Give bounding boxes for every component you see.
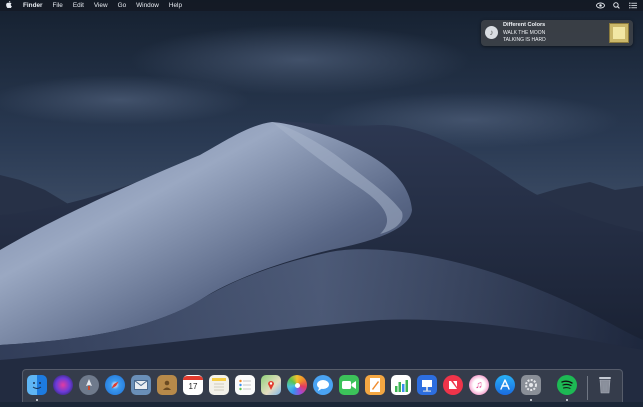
numbers-icon[interactable] [391, 375, 411, 395]
menu-go[interactable]: Go [113, 0, 132, 11]
menu-edit[interactable]: Edit [68, 0, 89, 11]
album-art [609, 23, 629, 43]
launchpad-icon[interactable] [79, 375, 99, 395]
notification-artist: WALK THE MOON [503, 30, 546, 36]
maps-icon[interactable] [261, 375, 281, 395]
app-store-icon[interactable] [495, 375, 515, 395]
dock-separator [587, 376, 588, 400]
apple-icon[interactable] [0, 1, 18, 10]
facetime-icon[interactable] [339, 375, 359, 395]
photos-icon[interactable] [287, 375, 307, 395]
messages-icon[interactable] [313, 375, 333, 395]
eye-icon[interactable] [596, 1, 605, 10]
notes-icon[interactable] [209, 375, 229, 395]
calendar-date: 17 [188, 382, 198, 391]
menu-bar: Finder File Edit View Go Window Help [0, 0, 643, 11]
system-preferences-icon[interactable] [521, 375, 541, 395]
notification-center-icon[interactable] [628, 1, 637, 10]
dock: 17 ♫ [22, 369, 623, 402]
menu-help[interactable]: Help [164, 0, 187, 11]
contacts-icon[interactable] [157, 375, 177, 395]
menu-finder[interactable]: Finder [18, 0, 48, 11]
desktop-wallpaper [0, 0, 643, 403]
trash-icon[interactable] [595, 375, 615, 395]
spotlight-search-icon[interactable] [612, 1, 621, 10]
siri-icon[interactable] [53, 375, 73, 395]
now-playing-notification[interactable]: ♪ Different Colors WALK THE MOON TALKING… [481, 20, 633, 46]
notification-album: TALKING IS HARD [503, 37, 546, 43]
news-icon[interactable] [443, 375, 463, 395]
music-note-icon: ♪ [485, 26, 498, 39]
menu-file[interactable]: File [48, 0, 68, 11]
notification-song-title: Different Colors [503, 22, 546, 28]
system-preferences-running-indicator [530, 399, 532, 401]
mail-icon[interactable] [131, 375, 151, 395]
music-note-glyph: ♫ [475, 379, 483, 391]
finder-icon[interactable] [27, 375, 47, 395]
reminders-icon[interactable] [235, 375, 255, 395]
menu-bar-extras [596, 1, 643, 10]
mojave-dunes-wallpaper [0, 0, 643, 403]
spotify-icon[interactable] [557, 375, 577, 395]
itunes-icon[interactable]: ♫ [469, 375, 489, 395]
photos-center [294, 382, 300, 388]
calendar-icon[interactable]: 17 [183, 375, 203, 395]
menu-view[interactable]: View [89, 0, 113, 11]
keynote-icon[interactable] [417, 375, 437, 395]
spotify-running-indicator [566, 399, 568, 401]
safari-icon[interactable] [105, 375, 125, 395]
finder-running-indicator [36, 399, 38, 401]
menu-window[interactable]: Window [131, 0, 164, 11]
pages-icon[interactable] [365, 375, 385, 395]
